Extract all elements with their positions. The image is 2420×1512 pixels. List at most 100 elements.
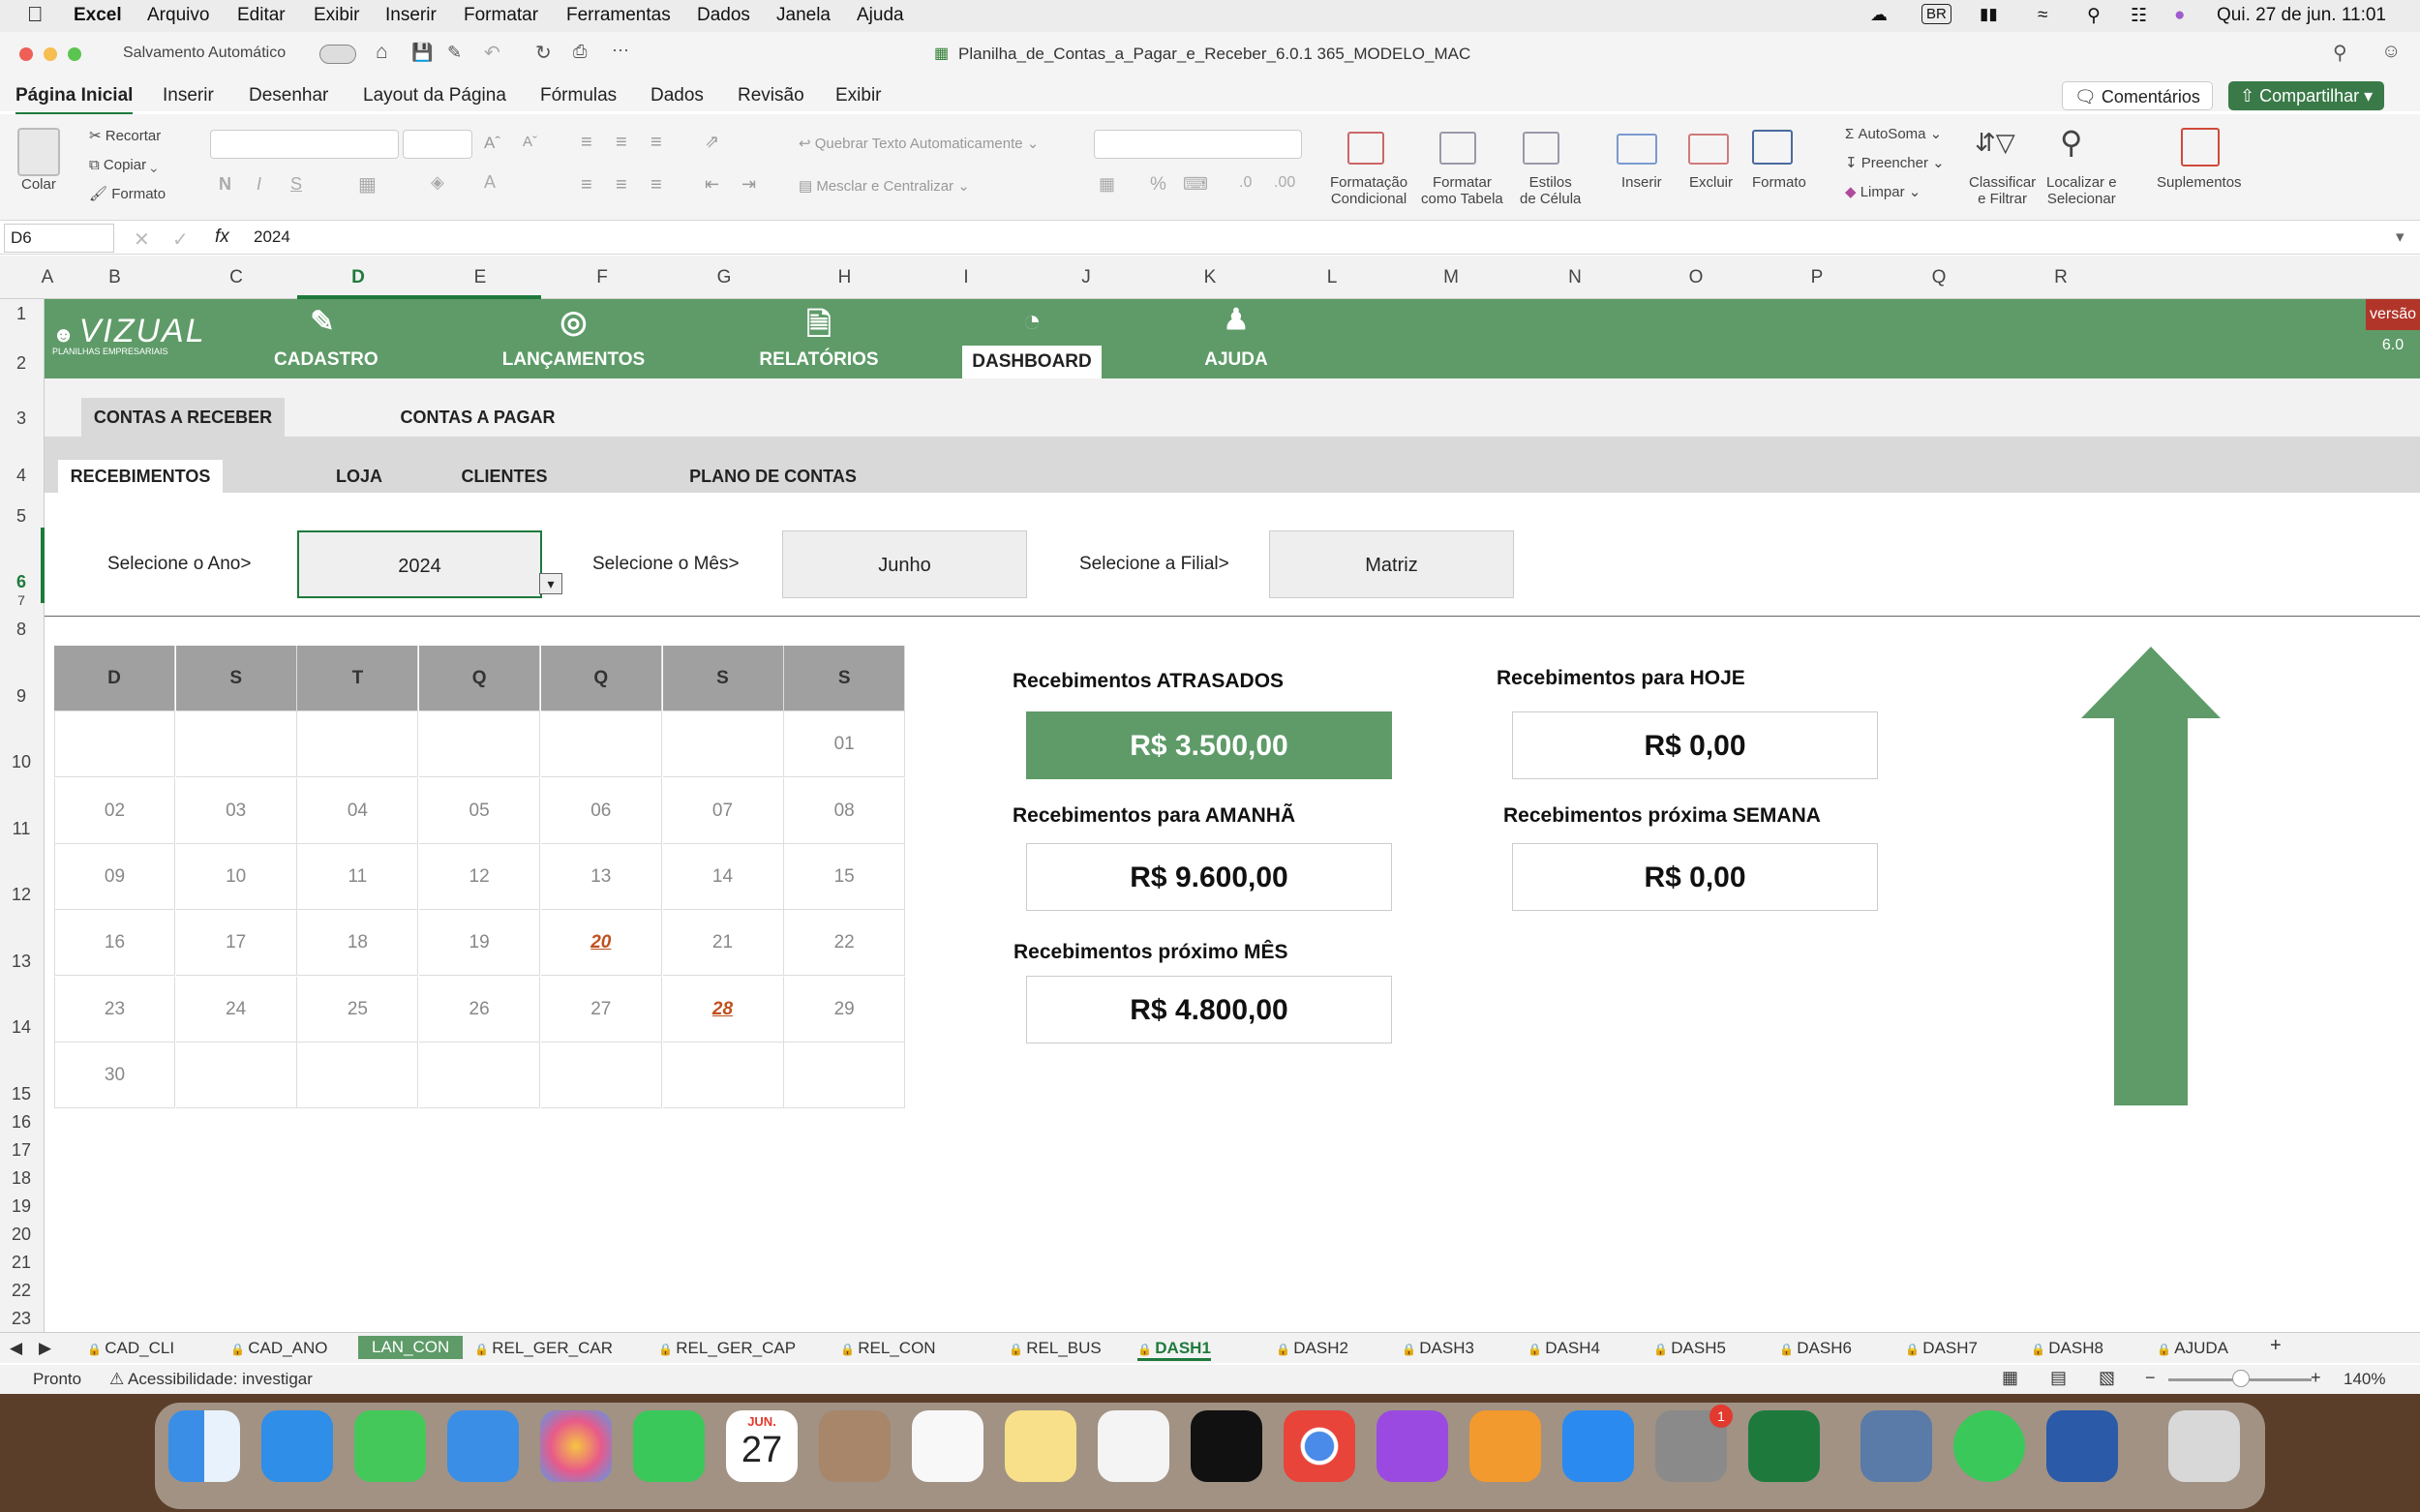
expand-formula-icon[interactable]: ▾: [2396, 227, 2405, 247]
add-sheet-icon[interactable]: +: [2270, 1335, 2282, 1357]
tab-dados[interactable]: Dados: [650, 85, 704, 106]
format-as-table-icon[interactable]: [1439, 132, 1476, 165]
feedback-icon[interactable]: ☺: [2381, 41, 2401, 63]
control-center-icon[interactable]: ☷: [2131, 5, 2147, 27]
sort-filter-label[interactable]: Classificar e Filtrar: [1969, 174, 2036, 207]
menu-editar[interactable]: Editar: [237, 5, 286, 26]
sheet-tab[interactable]: 🔒 CAD_ANO: [230, 1339, 327, 1358]
increase-font-icon[interactable]: Aˆ: [484, 134, 500, 153]
cloud-icon[interactable]: ☁: [1870, 5, 1888, 25]
notes-icon[interactable]: [1005, 1410, 1076, 1482]
insert-cells-icon[interactable]: [1617, 134, 1657, 165]
font-size-select[interactable]: [403, 130, 472, 159]
preview-icon[interactable]: [1860, 1410, 1932, 1482]
col-header-m[interactable]: M: [1388, 267, 1514, 288]
enter-icon[interactable]: ✓: [172, 227, 189, 252]
col-header-g[interactable]: G: [663, 267, 785, 288]
year-dropdown-arrow[interactable]: ▾: [539, 573, 562, 594]
addins-label[interactable]: Suplementos: [2157, 174, 2242, 191]
delete-cells-label[interactable]: Excluir: [1689, 174, 1733, 191]
autosave-toggle[interactable]: [319, 45, 356, 64]
row-header-9[interactable]: 9: [0, 686, 43, 707]
thousands-icon[interactable]: ⌨: [1183, 174, 1208, 195]
find-select-label[interactable]: Localizar e Selecionar: [2046, 174, 2117, 207]
normal-view-icon[interactable]: ▦: [2002, 1368, 2018, 1388]
cell-styles-icon[interactable]: [1523, 132, 1559, 165]
borders-icon[interactable]: ▦: [358, 172, 377, 197]
podcasts-icon[interactable]: [1376, 1410, 1448, 1482]
col-header-a[interactable]: A: [41, 267, 54, 288]
system-settings-icon[interactable]: 1: [1655, 1405, 1733, 1482]
nav-relatorios[interactable]: 🗎 RELATÓRIOS: [740, 299, 898, 378]
app-store-icon[interactable]: [1562, 1410, 1634, 1482]
apple-tv-icon[interactable]: [1191, 1410, 1262, 1482]
sheet-tab[interactable]: 🔒 AJUDA: [2157, 1339, 2228, 1358]
number-format-select[interactable]: [1094, 130, 1302, 159]
row-header-16[interactable]: 16: [0, 1112, 43, 1133]
tab-clientes[interactable]: CLIENTES: [451, 460, 558, 493]
format-painter-button[interactable]: 🖌 Formato: [89, 186, 166, 202]
col-header-l[interactable]: L: [1276, 267, 1388, 288]
search-icon[interactable]: ⚲: [2333, 41, 2347, 65]
row-header-10[interactable]: 10: [0, 752, 43, 772]
menu-dados[interactable]: Dados: [697, 5, 750, 26]
row-header-15[interactable]: 15: [0, 1084, 43, 1104]
tab-loja[interactable]: LOJA: [316, 460, 403, 493]
tab-plano-de-contas[interactable]: PLANO DE CONTAS: [645, 460, 901, 493]
row-header-20[interactable]: 20: [0, 1225, 43, 1245]
insert-cells-label[interactable]: Inserir: [1621, 174, 1662, 191]
row-header-6[interactable]: 6: [0, 572, 43, 592]
cell-styles-label[interactable]: Estilos de Célula: [1520, 174, 1581, 207]
font-name-select[interactable]: [210, 130, 399, 159]
sheet-tab[interactable]: 🔒 CAD_CLI: [87, 1339, 174, 1358]
whatsapp-icon[interactable]: [1953, 1410, 2025, 1482]
mail-icon[interactable]: [447, 1410, 519, 1482]
zoom-in-icon[interactable]: +: [2311, 1368, 2321, 1388]
row-header-23[interactable]: 23: [0, 1309, 43, 1329]
col-header-c[interactable]: C: [175, 267, 297, 288]
row-header-3[interactable]: 3: [0, 408, 43, 429]
italic-icon[interactable]: I: [257, 174, 261, 195]
photos-icon[interactable]: [540, 1410, 612, 1482]
accessibility-status[interactable]: ⚠ Acessibilidade: investigar: [109, 1370, 313, 1389]
sheet-tab[interactable]: 🔒 DASH4: [1528, 1339, 1600, 1358]
menu-formatar[interactable]: Formatar: [464, 5, 538, 26]
tab-desenhar[interactable]: Desenhar: [249, 85, 328, 106]
percent-icon[interactable]: %: [1150, 174, 1166, 196]
input-source-badge[interactable]: BR: [1921, 4, 1951, 24]
decrease-font-icon[interactable]: Aˇ: [523, 134, 537, 150]
menu-janela[interactable]: Janela: [776, 5, 831, 26]
calendar-app-icon[interactable]: JUN. 27: [726, 1410, 798, 1482]
col-header-j[interactable]: J: [1028, 267, 1144, 288]
page-break-icon[interactable]: ▧: [2099, 1368, 2115, 1388]
sheet-tab[interactable]: 🔒 REL_CON: [840, 1339, 936, 1358]
prev-sheet-icon[interactable]: ◀: [10, 1339, 22, 1358]
copy-button[interactable]: ⧉ Copiar ⌄: [89, 157, 157, 173]
cut-button[interactable]: ✂ Recortar: [89, 128, 161, 144]
addins-icon[interactable]: [2181, 128, 2220, 166]
merge-center-button[interactable]: ▤ Mesclar e Centralizar ⌄: [799, 178, 970, 195]
minimize-window-button[interactable]: [44, 47, 57, 61]
save-as-icon[interactable]: ✎: [447, 43, 462, 63]
col-header-f[interactable]: F: [541, 267, 663, 288]
tab-exibir[interactable]: Exibir: [835, 85, 882, 106]
trash-icon[interactable]: [2168, 1410, 2240, 1482]
nav-ajuda[interactable]: ♟ AJUDA: [1183, 299, 1289, 378]
currency-icon[interactable]: ▦: [1099, 174, 1115, 195]
contacts-icon[interactable]: [819, 1410, 891, 1482]
battery-icon[interactable]: ▮▮: [1980, 5, 1998, 24]
year-select[interactable]: 2024: [297, 530, 542, 598]
align-right-icon[interactable]: ≡: [650, 174, 662, 197]
sheet-tab[interactable]: 🔒 DASH5: [1653, 1339, 1726, 1358]
col-header-r[interactable]: R: [2000, 267, 2122, 288]
row-header-21[interactable]: 21: [0, 1253, 43, 1273]
format-as-table-label[interactable]: Formatar como Tabela: [1421, 174, 1503, 207]
row-header-18[interactable]: 18: [0, 1168, 43, 1189]
row-header-14[interactable]: 14: [0, 1017, 43, 1038]
fill-button[interactable]: ↧ Preencher ⌄: [1845, 155, 1945, 171]
align-left-icon[interactable]: ≡: [581, 174, 592, 197]
nav-cadastro[interactable]: ✎ CADASTRO: [274, 299, 378, 378]
tab-revisao[interactable]: Revisão: [738, 85, 804, 106]
row-header-12[interactable]: 12: [0, 885, 43, 905]
align-center-icon[interactable]: ≡: [616, 174, 627, 197]
